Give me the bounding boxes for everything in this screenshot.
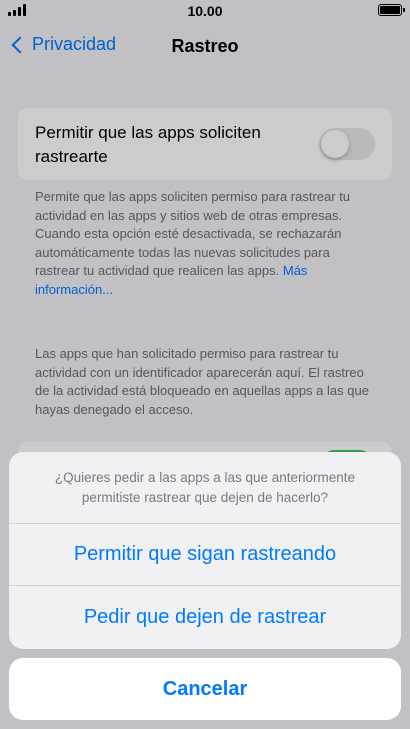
action-sheet: ¿Quieres pedir a las apps a las que ante…: [9, 452, 401, 649]
allow-tracking-button[interactable]: Permitir que sigan rastreando: [9, 524, 401, 586]
action-sheet-message: ¿Quieres pedir a las apps a las que ante…: [9, 452, 401, 524]
cancel-button[interactable]: Cancelar: [9, 658, 401, 720]
ask-stop-tracking-button[interactable]: Pedir que dejen de rastrear: [9, 586, 401, 648]
